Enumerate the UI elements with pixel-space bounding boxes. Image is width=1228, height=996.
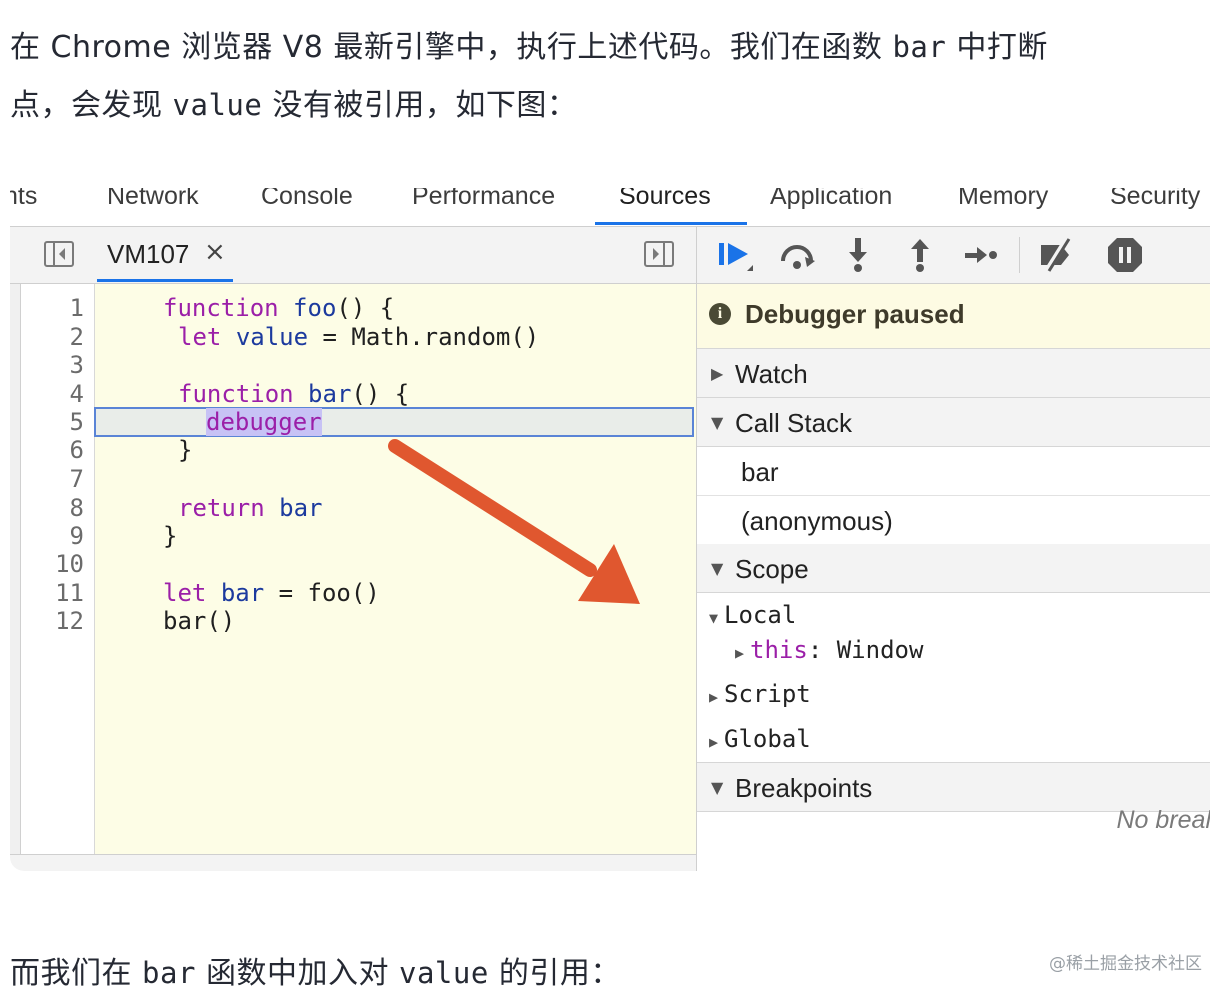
paragraph-3: 而我们在 bar 函数中加入对 value 的引用： [10,948,621,992]
paragraph-2-text-b: 没有被引用，如下图： [262,88,578,123]
inline-code: value [172,88,263,122]
annotation-arrow-icon [388,439,640,604]
paragraph-1: 在 Chrome 浏览器 V8 最新引擎中，执行上述代码。我们在函数 bar 中… [10,22,1048,66]
paragraph-3-text-a: 而我们在 [10,956,143,991]
inline-code: bar [892,30,947,64]
paragraph-2-text-a: 点，会发现 [10,88,173,123]
watermark: @稀土掘金技术社区 [1049,954,1202,974]
paragraph-3-text-c: 的引用： [488,956,621,991]
inline-code: bar [142,956,196,990]
paragraph-1-text-a: 在 Chrome 浏览器 V8 最新引擎中，执行上述代码。我们在函数 [10,30,893,65]
inline-code: value [399,956,489,990]
devtools-screenshot: nts Network Console Performance Sources … [10,188,1210,871]
paragraph-3-text-b: 函数中加入对 [195,956,400,991]
paragraph-2: 点，会发现 value 没有被引用，如下图： [10,80,577,124]
paragraph-1-text-b: 中打断 [946,30,1048,65]
